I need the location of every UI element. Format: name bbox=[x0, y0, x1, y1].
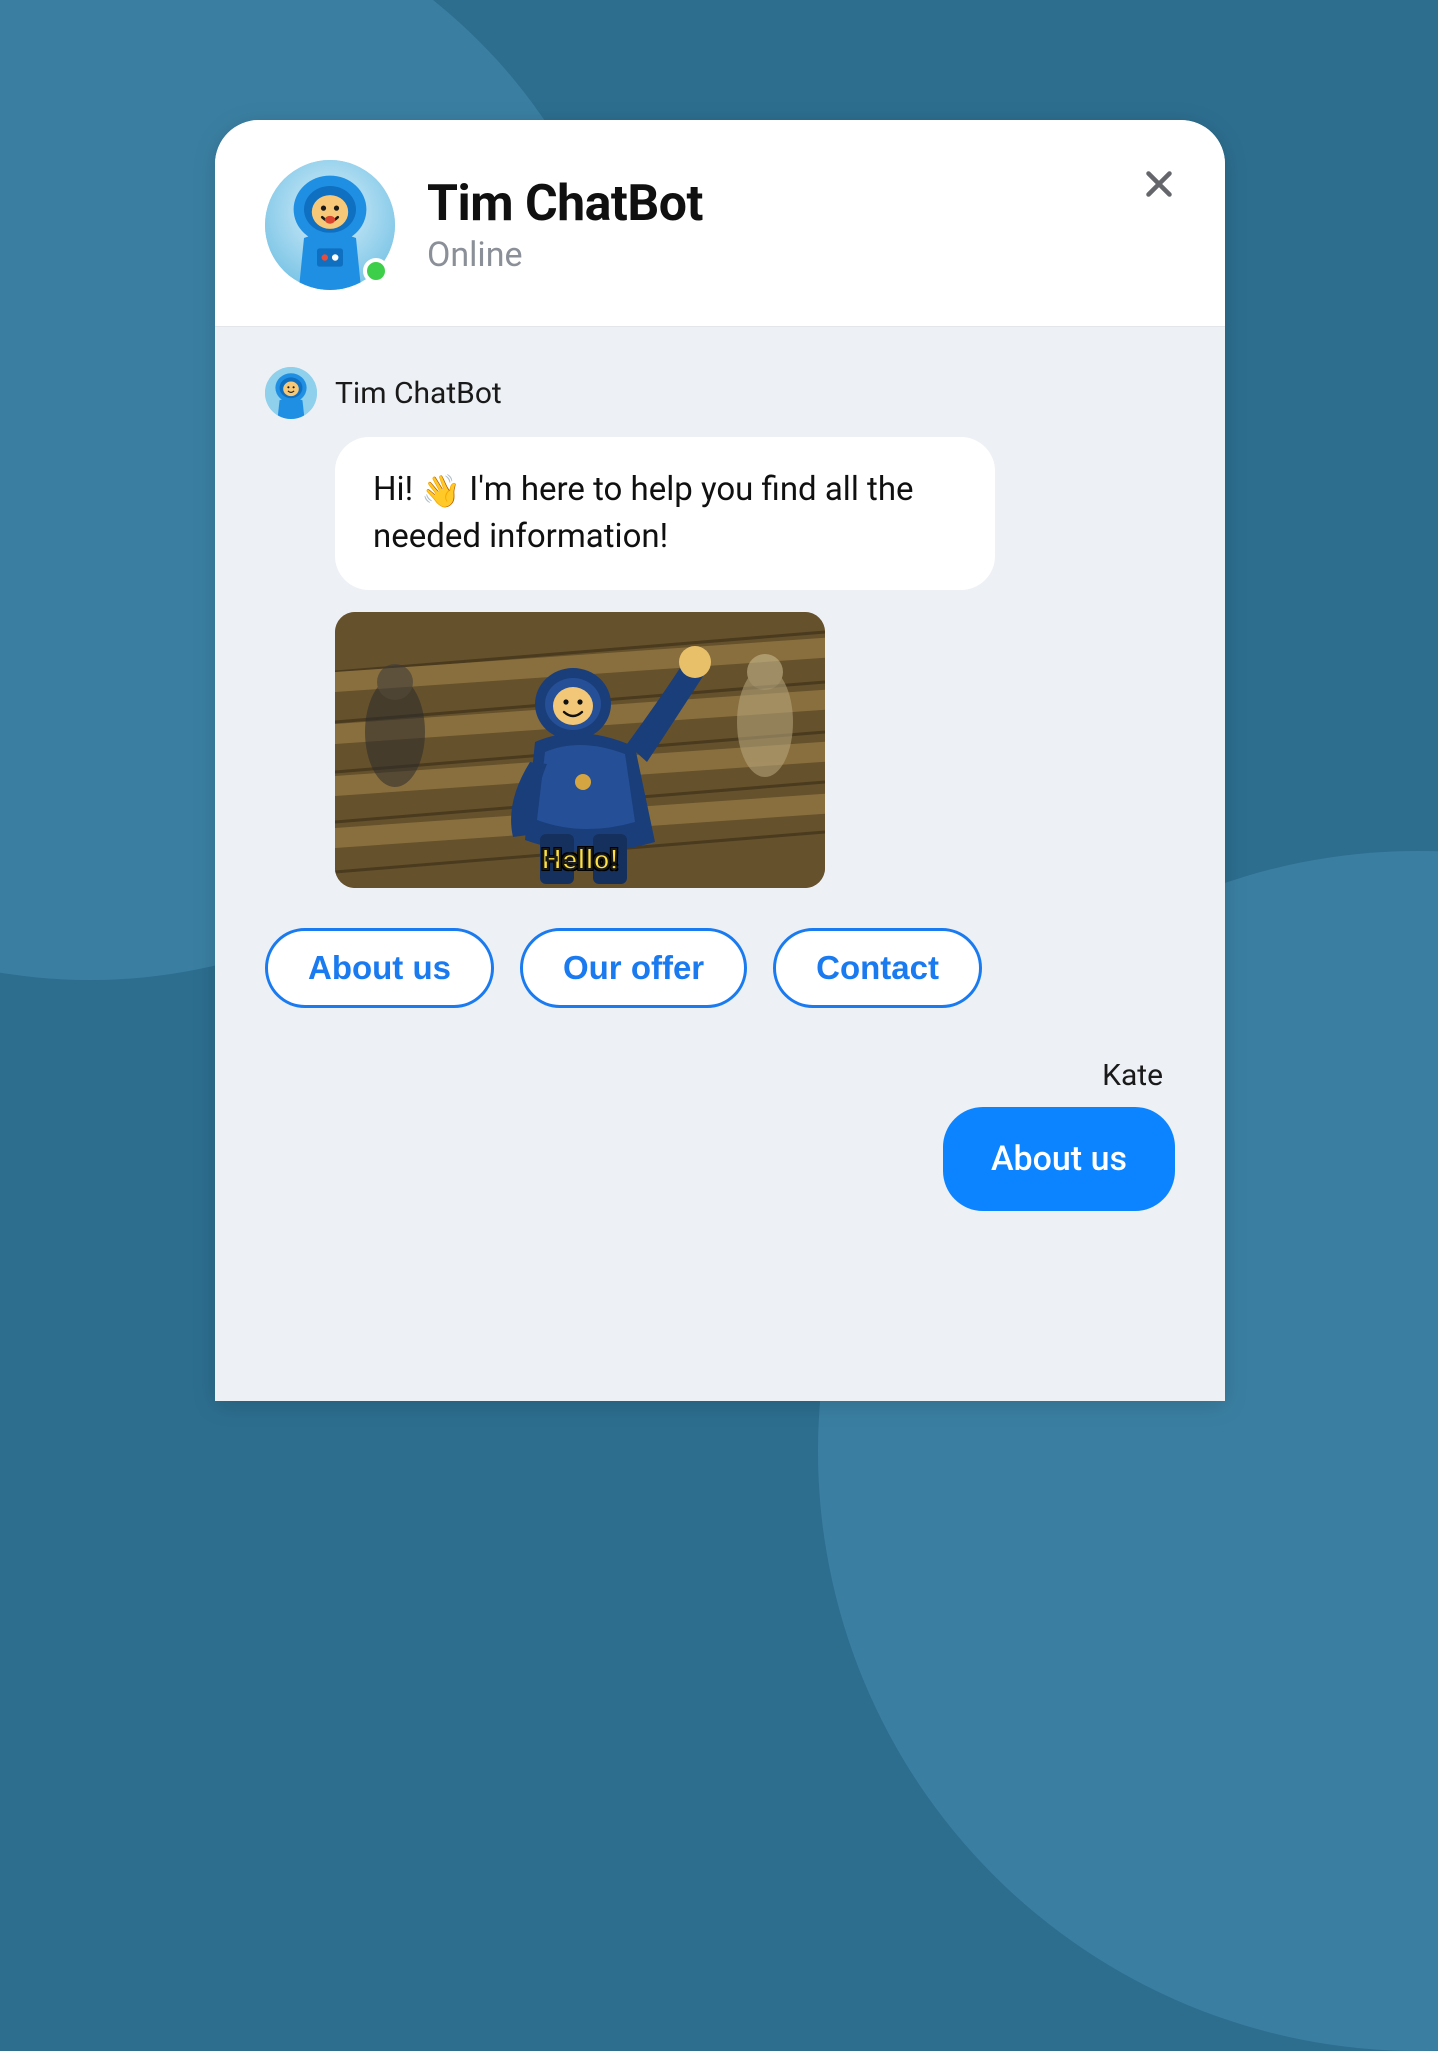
chat-window: Tim ChatBot Online bbox=[215, 120, 1225, 1401]
header-text: Tim ChatBot Online bbox=[427, 175, 703, 275]
bot-name: Tim ChatBot bbox=[427, 175, 703, 233]
gif-attachment[interactable]: Hello! bbox=[335, 612, 825, 888]
wave-emoji: 👋 bbox=[421, 469, 461, 514]
gif-caption: Hello! bbox=[542, 843, 618, 876]
message-meta: Tim ChatBot bbox=[265, 367, 1175, 419]
bot-status: Online bbox=[427, 235, 703, 275]
bot-avatar-small bbox=[265, 367, 317, 419]
bot-avatar-wrap bbox=[265, 160, 395, 290]
astronaut-icon bbox=[265, 367, 317, 419]
quick-reply-contact[interactable]: Contact bbox=[773, 928, 982, 1008]
chat-body[interactable]: Tim ChatBot Hi! 👋 I'm here to help you f… bbox=[215, 327, 1225, 1401]
user-message-block: Kate About us bbox=[265, 1058, 1175, 1211]
bot-message-bubble: Hi! 👋 I'm here to help you find all the … bbox=[335, 437, 995, 590]
bot-message-block: Tim ChatBot Hi! 👋 I'm here to help you f… bbox=[265, 367, 1175, 1008]
message-sender-label: Tim ChatBot bbox=[335, 376, 502, 411]
user-message-bubble: About us bbox=[943, 1107, 1175, 1211]
close-icon bbox=[1141, 166, 1177, 202]
chat-header: Tim ChatBot Online bbox=[215, 120, 1225, 327]
user-sender-label: Kate bbox=[1102, 1058, 1163, 1093]
quick-reply-about-us[interactable]: About us bbox=[265, 928, 494, 1008]
quick-replies: About us Our offer Contact bbox=[265, 928, 1175, 1008]
quick-reply-our-offer[interactable]: Our offer bbox=[520, 928, 747, 1008]
online-status-dot bbox=[363, 258, 389, 284]
message-text-part: Hi! bbox=[373, 470, 421, 509]
close-button[interactable] bbox=[1135, 160, 1183, 208]
